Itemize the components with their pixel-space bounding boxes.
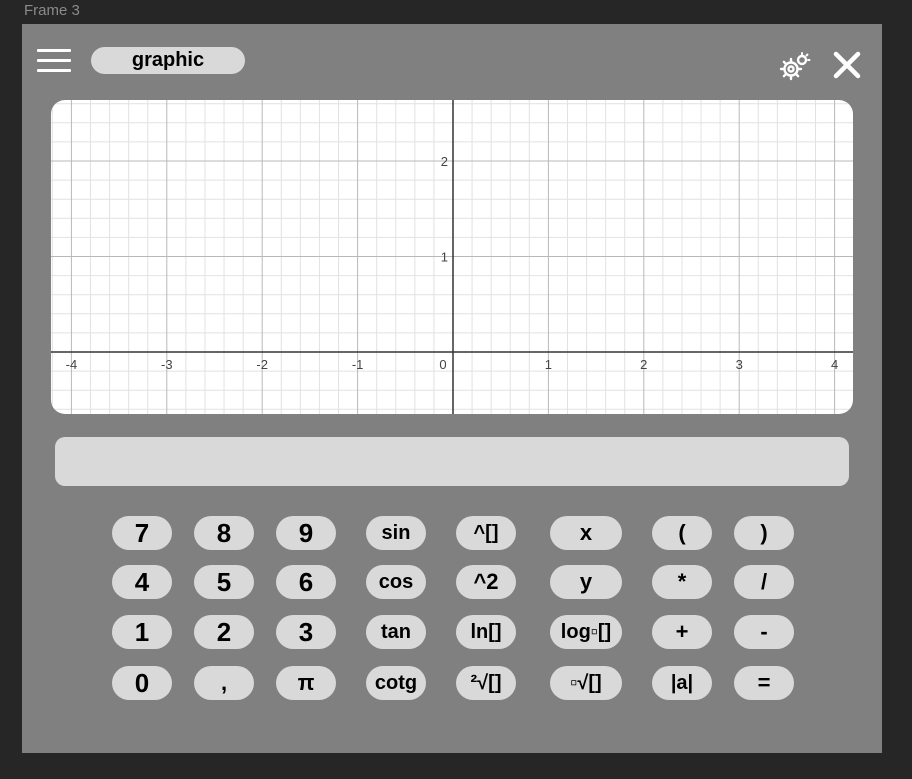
close-icon[interactable]	[832, 51, 862, 79]
key-square[interactable]: ^2	[456, 565, 516, 599]
key-ln[interactable]: ln[]	[456, 615, 516, 649]
key-comma[interactable]: ,	[194, 666, 254, 700]
key-1[interactable]: 1	[112, 615, 172, 649]
key-9[interactable]: 9	[276, 516, 336, 550]
key-power-box[interactable]: ^[]	[456, 516, 516, 550]
key-7[interactable]: 7	[112, 516, 172, 550]
calculator-window: graphic -4 -3 -2 -1 0 1 2 3 4 1 2 7 8 9 …	[22, 24, 882, 753]
key-4[interactable]: 4	[112, 565, 172, 599]
key-sin[interactable]: sin	[366, 516, 426, 550]
expression-input[interactable]	[55, 437, 849, 486]
x-tick-label: 1	[545, 357, 552, 372]
key-abs[interactable]: |a|	[652, 666, 712, 700]
key-8[interactable]: 8	[194, 516, 254, 550]
x-tick-label: -4	[66, 357, 78, 372]
key-x[interactable]: x	[550, 516, 622, 550]
x-tick-label: 0	[439, 357, 446, 372]
key-2[interactable]: 2	[194, 615, 254, 649]
key-y[interactable]: y	[550, 565, 622, 599]
frame-label: Frame 3	[24, 2, 80, 19]
key-plus[interactable]: +	[652, 615, 712, 649]
y-tick-label: 1	[441, 250, 448, 265]
gear-icon[interactable]	[778, 51, 812, 83]
x-tick-label: -2	[256, 357, 268, 372]
key-pi[interactable]: π	[276, 666, 336, 700]
x-tick-label: -1	[352, 357, 364, 372]
key-tan[interactable]: tan	[366, 615, 426, 649]
key-divide[interactable]: /	[734, 565, 794, 599]
key-cos[interactable]: cos	[366, 565, 426, 599]
key-6[interactable]: 6	[276, 565, 336, 599]
key-nth-root[interactable]: ▫√[]	[550, 666, 622, 700]
key-log[interactable]: log▫[]	[550, 615, 622, 649]
x-tick-label: -3	[161, 357, 173, 372]
key-5[interactable]: 5	[194, 565, 254, 599]
x-tick-label: 4	[831, 357, 838, 372]
hamburger-menu-icon[interactable]	[37, 49, 73, 73]
key-equals[interactable]: =	[734, 666, 794, 700]
mode-selector[interactable]: graphic	[91, 47, 245, 74]
key-multiply[interactable]: *	[652, 565, 712, 599]
x-tick-label: 3	[736, 357, 743, 372]
key-cotg[interactable]: cotg	[366, 666, 426, 700]
y-tick-label: 2	[441, 154, 448, 169]
key-open-paren[interactable]: (	[652, 516, 712, 550]
x-tick-label: 2	[640, 357, 647, 372]
key-0[interactable]: 0	[112, 666, 172, 700]
key-sqrt[interactable]: ²√[]	[456, 666, 516, 700]
key-close-paren[interactable]: )	[734, 516, 794, 550]
key-3[interactable]: 3	[276, 615, 336, 649]
key-minus[interactable]: -	[734, 615, 794, 649]
graph-canvas[interactable]: -4 -3 -2 -1 0 1 2 3 4 1 2	[51, 100, 853, 414]
